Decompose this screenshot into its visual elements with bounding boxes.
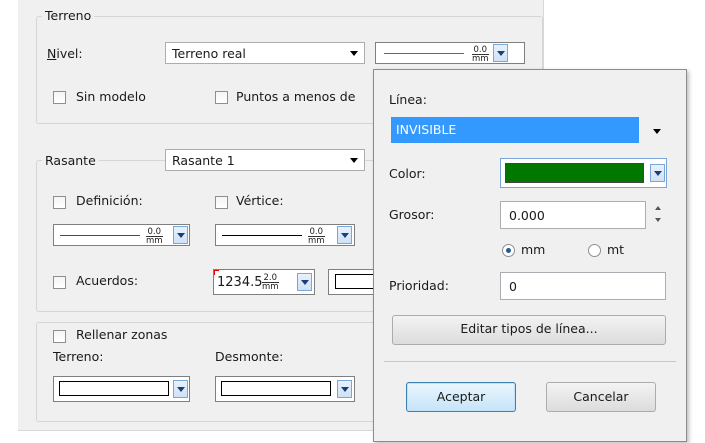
vertice-checkbox[interactable] bbox=[215, 196, 228, 209]
acuerdos-checkbox[interactable] bbox=[53, 276, 66, 289]
definicion-dropdown-button[interactable] bbox=[173, 226, 188, 244]
editar-tipos-button[interactable]: Editar tipos de línea... bbox=[392, 315, 666, 345]
cancelar-button[interactable]: Cancelar bbox=[546, 382, 656, 412]
rasante-select[interactable]: Rasante 1 bbox=[165, 149, 365, 171]
definicion-label: Definición: bbox=[76, 193, 143, 208]
grosor-label: Grosor: bbox=[389, 207, 435, 222]
desmonte-fill-style[interactable] bbox=[215, 376, 355, 402]
chevron-down-icon bbox=[653, 129, 661, 134]
puntos-checkbox[interactable] bbox=[215, 91, 228, 104]
sin-modelo-label: Sin modelo bbox=[76, 89, 146, 104]
acuerdos-value: 1234.5 bbox=[217, 275, 263, 290]
desmonte-fill-label: Desmonte: bbox=[215, 349, 284, 364]
rellenar-title: Rellenar zonas bbox=[73, 327, 171, 342]
terreno-fill-style[interactable] bbox=[53, 376, 190, 402]
mt-label: mt bbox=[607, 242, 625, 257]
mt-radio[interactable] bbox=[588, 244, 601, 257]
definicion-checkbox[interactable] bbox=[53, 196, 66, 209]
line-style-popup: Línea: INVISIBLE Color: Grosor: 0.000 mm… bbox=[373, 69, 687, 442]
acuerdos-style[interactable]: 1234.5 2.0 mm bbox=[213, 269, 315, 295]
spin-down-icon[interactable] bbox=[655, 218, 661, 222]
rellenar-checkbox[interactable] bbox=[53, 330, 66, 343]
linea-select[interactable]: INVISIBLE bbox=[391, 117, 671, 143]
spin-up-icon[interactable] bbox=[655, 206, 661, 210]
mm-radio[interactable] bbox=[502, 244, 515, 257]
separator bbox=[384, 361, 676, 362]
desmonte-fill-dropdown-button[interactable] bbox=[337, 380, 352, 398]
aceptar-button[interactable]: Aceptar bbox=[406, 382, 516, 412]
linea-value: INVISIBLE bbox=[396, 122, 457, 137]
grosor-input[interactable]: 0.000 bbox=[500, 201, 646, 229]
puntos-label: Puntos a menos de bbox=[236, 89, 356, 104]
vertice-dropdown-button[interactable] bbox=[337, 226, 352, 244]
terreno-line-style[interactable]: 0.0 mm bbox=[375, 42, 525, 64]
terreno-fill-dropdown-button[interactable] bbox=[173, 380, 188, 398]
color-swatch bbox=[505, 163, 644, 183]
prioridad-label: Prioridad: bbox=[389, 278, 449, 293]
terreno-title: Terreno bbox=[42, 8, 95, 23]
rasante-value: Rasante 1 bbox=[172, 153, 235, 168]
terreno-fill-label: Terreno: bbox=[53, 349, 104, 364]
color-dropdown-button[interactable] bbox=[650, 164, 665, 182]
terreno-line-dropdown-button[interactable] bbox=[493, 44, 508, 62]
mm-label: mm bbox=[521, 242, 546, 257]
definicion-line-style[interactable]: 0.0 mm bbox=[53, 224, 190, 246]
vertice-line-style[interactable]: 0.0 mm bbox=[215, 224, 355, 246]
rasante-label: Rasante bbox=[42, 153, 99, 168]
chevron-down-icon bbox=[350, 51, 358, 56]
prioridad-input[interactable]: 0 bbox=[500, 272, 666, 300]
acuerdos-dropdown-button[interactable] bbox=[297, 273, 312, 291]
color-select[interactable] bbox=[500, 158, 667, 188]
vertice-label: Vértice: bbox=[236, 193, 284, 208]
acuerdos-label: Acuerdos: bbox=[76, 273, 139, 288]
grosor-spinner[interactable] bbox=[653, 202, 665, 228]
color-label: Color: bbox=[389, 166, 426, 181]
linea-label: Línea: bbox=[389, 92, 427, 107]
nivel-label: Nivel: bbox=[47, 46, 83, 61]
sin-modelo-checkbox[interactable] bbox=[53, 91, 66, 104]
nivel-select[interactable]: Terreno real bbox=[165, 42, 365, 64]
nivel-value: Terreno real bbox=[172, 46, 246, 61]
chevron-down-icon bbox=[350, 158, 358, 163]
